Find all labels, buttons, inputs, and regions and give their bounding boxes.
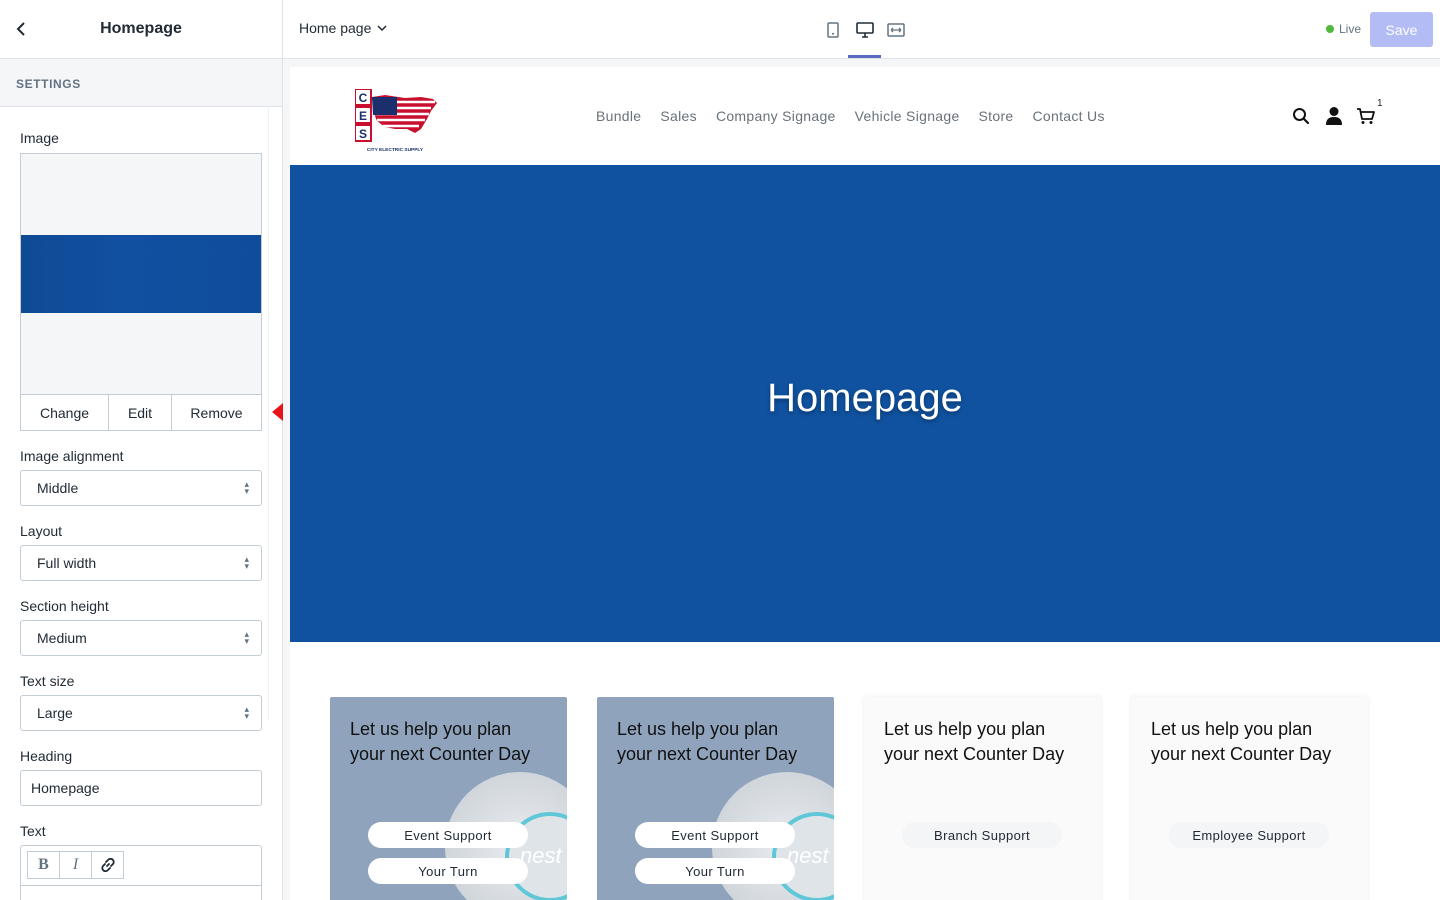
settings-sidebar: Homepage SETTINGS Image Change Edit Remo… [0, 0, 283, 900]
promo-cards: Let us help you plan your next Counter D… [330, 697, 1368, 900]
card-heading: Let us help you plan your next Counter D… [884, 719, 1065, 764]
text-editor[interactable]: B I [20, 845, 262, 900]
nav-item-bundle[interactable]: Bundle [596, 108, 641, 124]
settings-section-label: SETTINGS [0, 59, 282, 107]
promo-card[interactable]: Let us help you plan your next Counter D… [330, 697, 567, 900]
cart-count-badge: 1 [1377, 98, 1383, 109]
logo-caption: CITY ELECTRIC SUPPLY [367, 147, 424, 153]
desktop-view-icon[interactable] [854, 19, 876, 41]
event-support-button[interactable]: Event Support [368, 822, 528, 848]
image-preview [20, 153, 262, 395]
image-thumbnail [21, 235, 261, 313]
live-label: Live [1339, 22, 1362, 36]
text-size-select[interactable]: Large ▴ ▾ [20, 695, 262, 731]
promo-card[interactable]: Let us help you plan your next Counter D… [597, 697, 834, 900]
preview-area: C E S CITY ELECTRIC SUPPLY Bundle Sales … [283, 59, 1440, 900]
section-height-select[interactable]: Medium ▴ ▾ [20, 620, 262, 656]
change-image-button[interactable]: Change [21, 395, 109, 430]
live-dot-icon [1326, 25, 1334, 33]
chevron-down-icon [377, 25, 387, 31]
your-turn-button[interactable]: Your Turn [635, 858, 795, 884]
promo-card[interactable]: Let us help you plan your next Counter D… [864, 697, 1101, 900]
page-selector-label: Home page [299, 20, 372, 36]
layout-select[interactable]: Full width ▴ ▾ [20, 545, 262, 581]
link-icon[interactable] [91, 851, 124, 879]
heading-input[interactable] [20, 770, 262, 806]
select-caret-icon: ▴ ▾ [244, 704, 249, 721]
nav-item-store[interactable]: Store [979, 108, 1014, 124]
back-arrow-icon[interactable] [12, 20, 30, 38]
nav-item-company-signage[interactable]: Company Signage [716, 108, 836, 124]
image-alignment-label: Image alignment [20, 448, 124, 464]
live-status: Live [1326, 22, 1361, 36]
employee-support-button[interactable]: Employee Support [1169, 822, 1329, 848]
section-height-label: Section height [20, 598, 109, 614]
card-heading: Let us help you plan your next Counter D… [1151, 719, 1332, 764]
logo-letter-c: C [359, 91, 368, 105]
select-caret-icon: ▴ ▾ [244, 629, 249, 646]
image-label: Image [20, 130, 59, 146]
card-heading: Let us help you plan your next Counter D… [350, 719, 531, 764]
site-nav: Bundle Sales Company Signage Vehicle Sig… [596, 108, 1105, 124]
card-heading: Let us help you plan your next Counter D… [617, 719, 798, 764]
hero-banner: Homepage [290, 165, 1440, 642]
site-header: C E S CITY ELECTRIC SUPPLY Bundle Sales … [290, 67, 1440, 165]
image-alignment-value: Middle [37, 480, 79, 496]
editor-toolbar: B I [21, 846, 261, 886]
nav-item-sales[interactable]: Sales [660, 108, 697, 124]
heading-label: Heading [20, 748, 73, 764]
sidebar-title: Homepage [100, 20, 182, 37]
layout-value: Full width [37, 555, 97, 571]
select-caret-icon: ▴ ▾ [244, 479, 249, 496]
active-view-indicator [848, 55, 881, 58]
save-button[interactable]: Save [1370, 12, 1433, 47]
remove-image-button[interactable]: Remove [172, 395, 261, 430]
search-icon[interactable] [1290, 105, 1312, 127]
section-height-value: Medium [37, 630, 87, 646]
store-preview: C E S CITY ELECTRIC SUPPLY Bundle Sales … [290, 67, 1440, 900]
branch-support-button[interactable]: Branch Support [902, 822, 1062, 848]
promo-card[interactable]: Let us help you plan your next Counter D… [1131, 697, 1368, 900]
nav-item-vehicle-signage[interactable]: Vehicle Signage [855, 108, 960, 124]
account-icon[interactable] [1323, 105, 1345, 127]
italic-button[interactable]: I [59, 851, 92, 879]
ces-logo[interactable]: C E S CITY ELECTRIC SUPPLY [355, 89, 437, 153]
bold-button[interactable]: B [27, 851, 60, 879]
mobile-view-icon[interactable] [822, 19, 844, 41]
logo-letter-e: E [359, 109, 367, 123]
cart-icon[interactable] [1355, 105, 1377, 127]
nav-item-contact-us[interactable]: Contact Us [1033, 108, 1105, 124]
image-alignment-select[interactable]: Middle ▴ ▾ [20, 470, 262, 506]
text-size-value: Large [37, 705, 73, 721]
text-label: Text [20, 823, 46, 839]
logo-letter-s: S [359, 127, 367, 141]
event-support-button[interactable]: Event Support [635, 822, 795, 848]
page-selector[interactable]: Home page [299, 20, 387, 36]
select-caret-icon: ▴ ▾ [244, 554, 249, 571]
sidebar-header: Homepage [0, 0, 282, 59]
layout-label: Layout [20, 523, 63, 539]
hero-heading: Homepage [767, 376, 963, 420]
editor-topbar: Home page Live Save [283, 0, 1440, 59]
image-actions: Change Edit Remove [20, 395, 262, 431]
edit-image-button[interactable]: Edit [109, 395, 172, 430]
your-turn-button[interactable]: Your Turn [368, 858, 528, 884]
text-size-label: Text size [20, 673, 75, 689]
fullscreen-view-icon[interactable] [885, 19, 907, 41]
